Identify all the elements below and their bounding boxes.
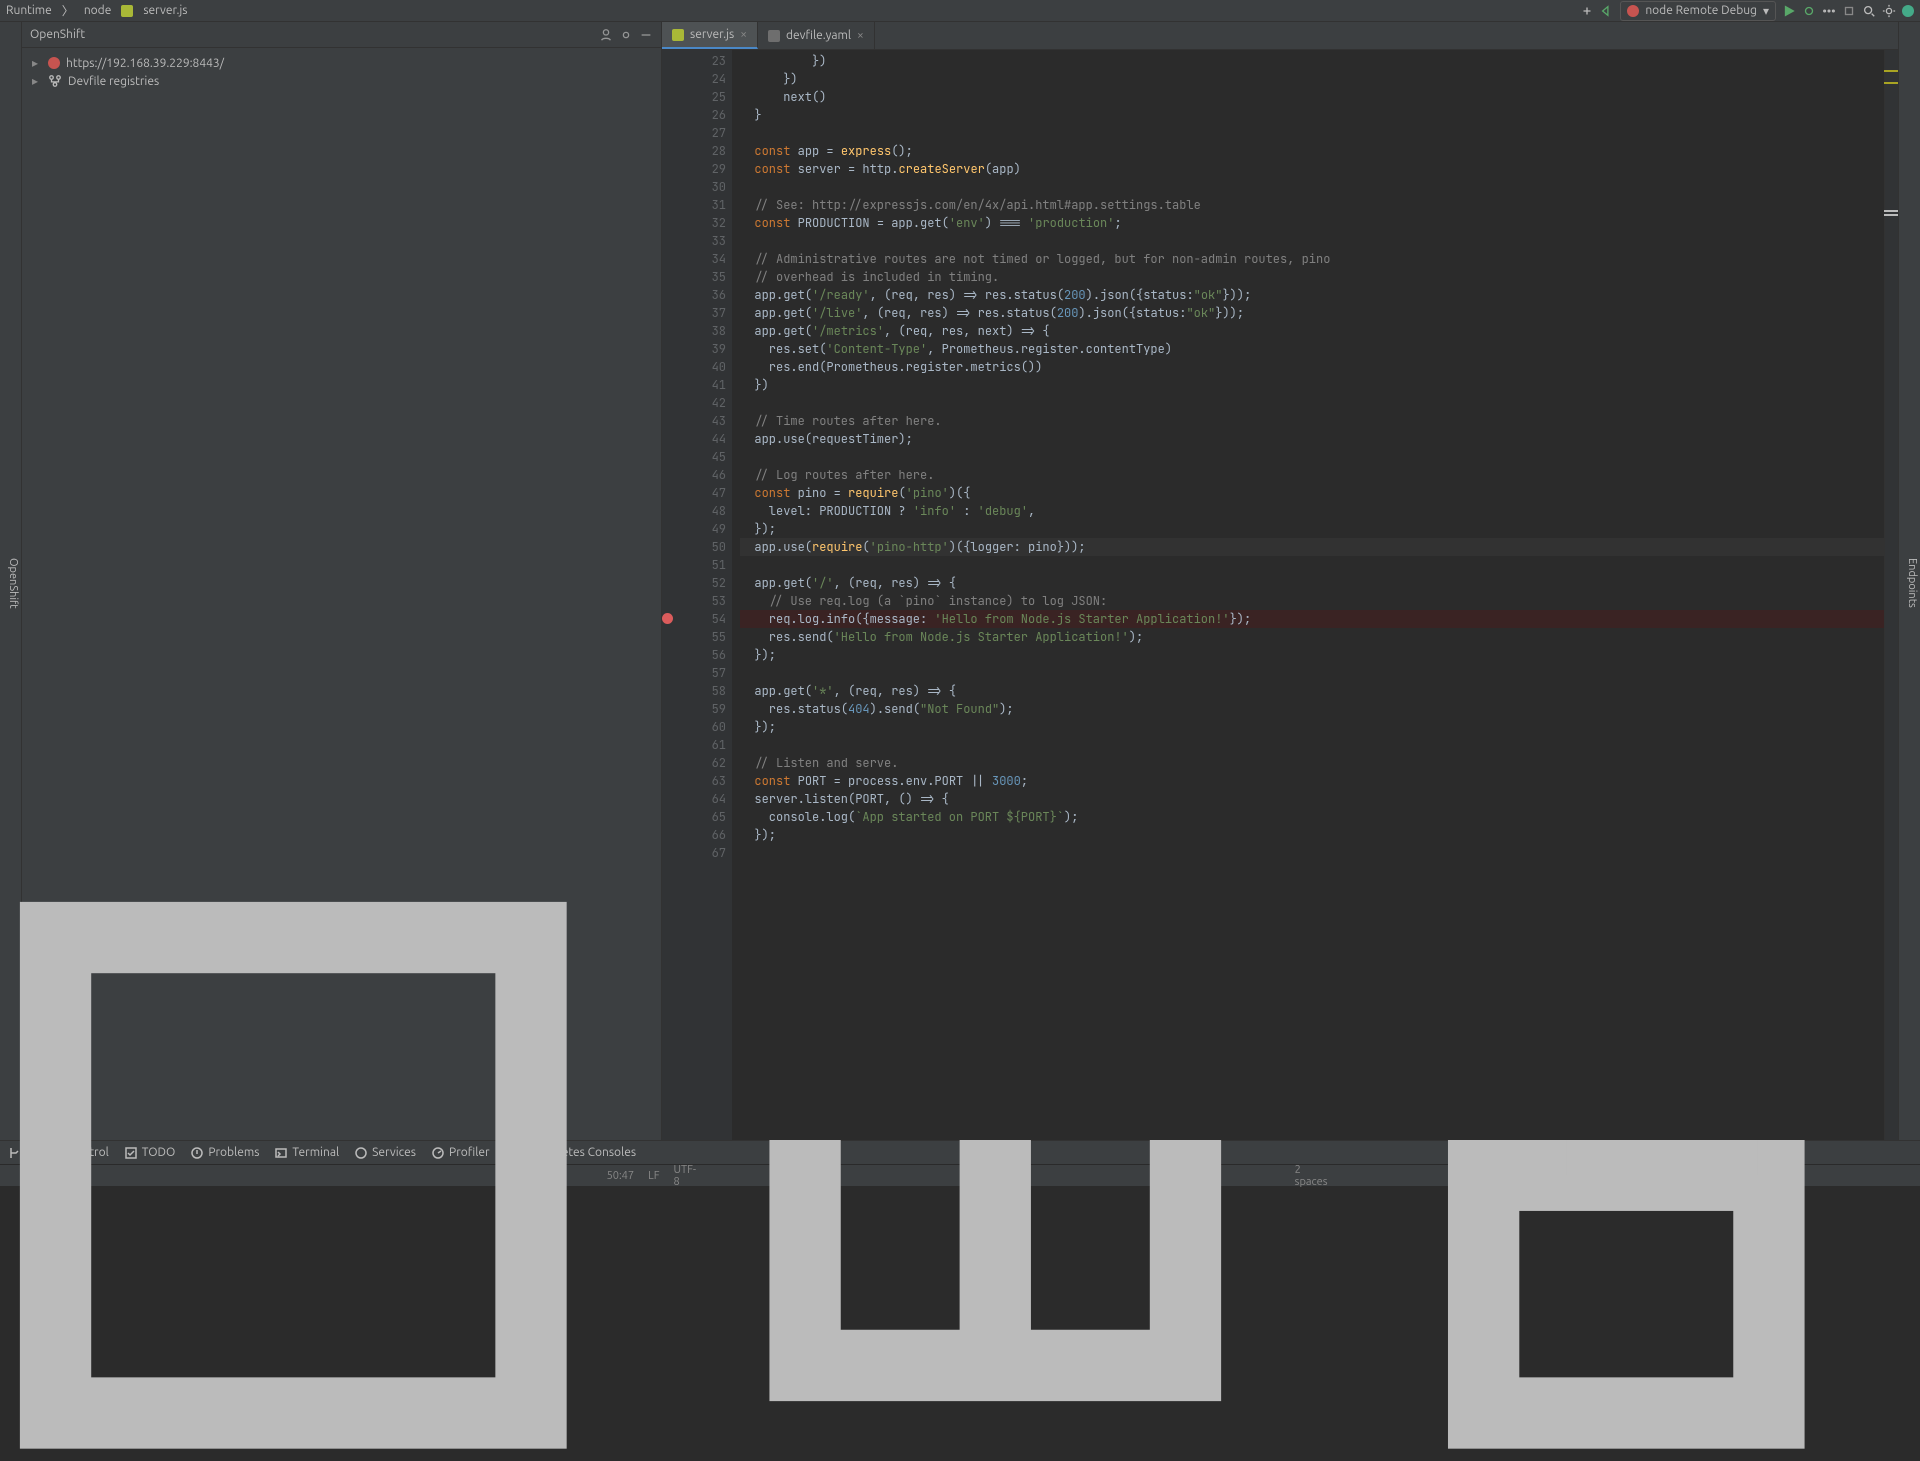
line-number-gutter[interactable]: 2324252627282930313233343536373839404142… bbox=[680, 50, 732, 1140]
code-editor[interactable]: }) }) next() } const app = express(); co… bbox=[732, 50, 1884, 1140]
tree-cluster-row[interactable]: ▸ https://192.168.39.229:8443/ bbox=[32, 54, 651, 72]
tree-registries-row[interactable]: ▸ Devfile registries bbox=[32, 72, 651, 90]
registries-icon bbox=[48, 74, 62, 88]
menubar-project[interactable]: node bbox=[84, 4, 112, 17]
breadcrumb-sep: 〉 bbox=[62, 2, 74, 19]
run-icon[interactable] bbox=[1782, 4, 1796, 18]
registries-label: Devfile registries bbox=[68, 75, 159, 88]
editor-area: server.js × devfile.yaml × 2324252627282… bbox=[662, 22, 1898, 1140]
avatar[interactable] bbox=[1902, 5, 1914, 17]
status-encoding[interactable]: UTF-8 bbox=[673, 1164, 696, 1188]
openshift-tree: ▸ https://192.168.39.229:8443/ ▸ Devfile… bbox=[22, 48, 661, 96]
toolwin-user-icon[interactable] bbox=[599, 28, 613, 42]
run-config-selector[interactable]: node Remote Debug ▾ bbox=[1620, 1, 1776, 21]
stripe-openshift[interactable]: OpenShift bbox=[5, 552, 21, 615]
debug-config-icon bbox=[1627, 5, 1639, 17]
marker[interactable] bbox=[1884, 210, 1898, 212]
editor-body: 2324252627282930313233343536373839404142… bbox=[662, 50, 1898, 1140]
close-icon[interactable]: × bbox=[857, 29, 864, 42]
run-config-label: node Remote Debug bbox=[1645, 4, 1757, 17]
build-icon[interactable] bbox=[1600, 4, 1614, 18]
chevron-right-icon: ▸ bbox=[32, 56, 42, 70]
stop-icon[interactable] bbox=[1842, 4, 1856, 18]
toolwin-header: OpenShift bbox=[22, 22, 661, 48]
toolwin-minimize-icon[interactable] bbox=[639, 28, 653, 42]
add-config-icon[interactable] bbox=[1580, 4, 1594, 18]
menubar-right-cluster: node Remote Debug ▾ bbox=[1580, 1, 1914, 21]
chevron-down-icon: ▾ bbox=[1763, 4, 1769, 18]
search-icon[interactable] bbox=[1862, 4, 1876, 18]
editor-error-stripe[interactable] bbox=[1884, 50, 1898, 1140]
toolwin-settings-icon[interactable] bbox=[619, 28, 633, 42]
js-file-icon bbox=[672, 29, 684, 41]
menubar-runtime[interactable]: Runtime bbox=[6, 4, 52, 17]
cluster-icon bbox=[48, 57, 60, 69]
tab-devfile[interactable]: devfile.yaml × bbox=[758, 22, 875, 49]
top-menubar: Runtime 〉 node server.js node Remote Deb… bbox=[0, 0, 1920, 22]
marker[interactable] bbox=[1884, 214, 1898, 216]
menubar-file[interactable]: server.js bbox=[143, 4, 187, 17]
tab-label: server.js bbox=[690, 28, 734, 41]
debug-icon[interactable] bbox=[1802, 4, 1816, 18]
cluster-url: https://192.168.39.229:8443/ bbox=[66, 57, 224, 70]
status-tool-icon[interactable] bbox=[8, 890, 579, 1461]
status-bar: 50:47 LF UTF-8 2 spaces bbox=[0, 1164, 1920, 1186]
chevron-right-icon: ▸ bbox=[32, 74, 42, 88]
warning-marker[interactable] bbox=[1884, 70, 1898, 72]
close-icon[interactable]: × bbox=[740, 28, 747, 41]
editor-tabs: server.js × devfile.yaml × bbox=[662, 22, 1898, 50]
tab-server-js[interactable]: server.js × bbox=[662, 22, 758, 49]
warning-marker[interactable] bbox=[1884, 82, 1898, 84]
status-caret[interactable]: 50:47 bbox=[607, 1170, 635, 1182]
toolwin-title: OpenShift bbox=[30, 28, 593, 41]
status-indent[interactable]: 2 spaces bbox=[1295, 1164, 1328, 1188]
status-linesep[interactable]: LF bbox=[648, 1170, 659, 1182]
more-run-icon[interactable] bbox=[1822, 4, 1836, 18]
js-file-icon bbox=[121, 5, 133, 17]
tab-label: devfile.yaml bbox=[786, 29, 851, 42]
breakpoint-gutter[interactable] bbox=[662, 50, 680, 1140]
gear-icon[interactable] bbox=[1882, 4, 1896, 18]
stripe-endpoints[interactable]: Endpoints bbox=[1904, 552, 1920, 614]
yaml-file-icon bbox=[768, 30, 780, 42]
